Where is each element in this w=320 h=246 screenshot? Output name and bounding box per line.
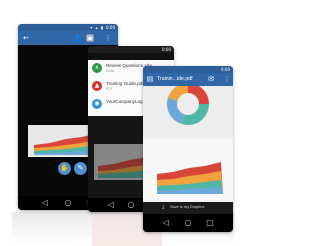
save-label: Save to my Dropbox (170, 205, 205, 209)
nav-home-icon[interactable]: ○ (63, 198, 73, 207)
document-title: Trainin...ide.pdf (157, 76, 193, 82)
pen-tool-button[interactable]: ✎ (74, 162, 87, 175)
status-time: 0:00 (106, 25, 115, 30)
person-icon[interactable]: 👤 (73, 34, 82, 42)
mail-icon[interactable]: ✉ (207, 75, 215, 83)
status-bar: ▾ ▴ ▮ 0:00 (18, 24, 118, 31)
nav-home-icon[interactable]: ○ (126, 200, 136, 209)
file-name: Training Guide.pdf (106, 81, 144, 86)
toolbar: ← 👤 ▣ ⋮ (18, 31, 118, 45)
status-icons: ▾ ▴ ▮ (90, 25, 104, 30)
nav-back-icon[interactable]: ◁ (106, 200, 116, 209)
more-options-icon[interactable]: ⋮ (223, 75, 231, 83)
document-icon[interactable]: ▤ (146, 75, 154, 83)
back-arrow-icon[interactable]: ← (22, 34, 30, 42)
more-options-icon[interactable]: ⋮ (104, 34, 112, 42)
status-bar: 0:00 (143, 66, 233, 73)
file-type: PDF (106, 87, 113, 91)
nav-bar: ◁ ○ □ (143, 214, 233, 232)
nav-back-icon[interactable]: ◁ (161, 218, 171, 227)
image-file-icon: ◉ (92, 99, 102, 109)
pdf-view (143, 83, 233, 214)
save-to-dropbox-button[interactable]: ⤓ Save to my Dropbox (143, 202, 233, 214)
download-icon: ⤓ (162, 204, 165, 210)
file-type: Excel (106, 69, 115, 73)
nav-back-icon[interactable]: ◁ (40, 198, 50, 207)
page-top (143, 86, 233, 138)
pdf-icon[interactable]: ▣ (86, 34, 94, 42)
toolbar: ▤ Trainin...ide.pdf ✉ ⋮ (143, 73, 233, 86)
nav-recents-icon[interactable]: □ (205, 218, 215, 227)
status-bar: 0:00 (88, 46, 174, 53)
pdf-pages (143, 83, 233, 202)
hand-tool-button[interactable]: ✋ (58, 162, 71, 175)
pdf-file-icon: ▲ (92, 81, 102, 91)
phone-right: 0:00 ▤ Trainin...ide.pdf ✉ ⋮ ⤓ Save to m… (143, 66, 233, 232)
app-screenshot-composition: ▾ ▴ ▮ 0:00 ← 👤 ▣ ⋮ ✋ ✎ ◁ ○ 0:00 x Review… (0, 0, 244, 246)
nav-home-icon[interactable]: ○ (183, 218, 193, 227)
status-time: 0:00 (221, 67, 230, 72)
excel-file-icon: x (92, 63, 102, 73)
status-time: 0:00 (162, 47, 171, 52)
